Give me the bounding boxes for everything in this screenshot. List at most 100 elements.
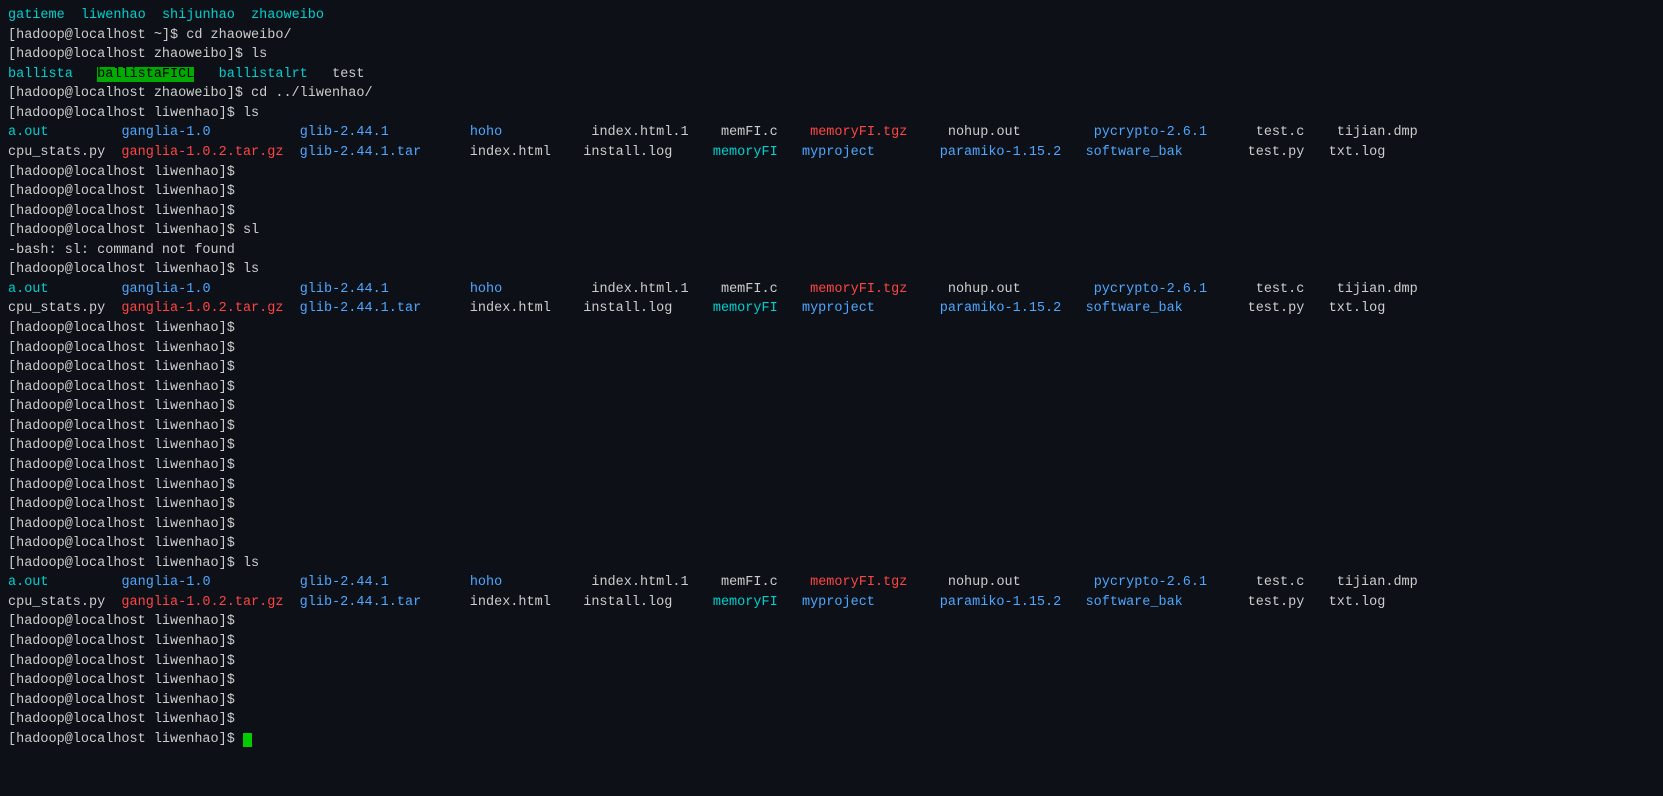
- ls-liwenhao-row1: a.out ganglia-1.0 glib-2.44.1 hoho index…: [8, 123, 1655, 143]
- prompt-blank-7: [hadoop@localhost liwenhao]$: [8, 378, 1655, 398]
- file-glib-tar1: glib-2.44.1.tar: [300, 145, 422, 160]
- ls-liwenhao-row2c: cpu_stats.py ganglia-1.0.2.tar.gz glib-2…: [8, 593, 1655, 613]
- prompt-blank-5: [hadoop@localhost liwenhao]$: [8, 339, 1655, 359]
- file-glib-tar3: glib-2.44.1.tar: [300, 595, 422, 610]
- file-ganglia-tar3: ganglia-1.0.2.tar.gz: [121, 595, 283, 610]
- ls-liwenhao-row2b: cpu_stats.py ganglia-1.0.2.tar.gz glib-2…: [8, 299, 1655, 319]
- file-memoryfi-tgz1: memoryFI.tgz: [810, 125, 907, 140]
- file-memfi3: memFI.c: [721, 575, 778, 590]
- file-myproject3: myproject: [802, 595, 875, 610]
- dir-list-line: gatieme liwenhao shijunhao zhaoweibo: [8, 6, 1655, 26]
- sl-error: -bash: sl: command not found: [8, 241, 1655, 261]
- file-testc1: test.c: [1256, 125, 1305, 140]
- prompt-blank-9: [hadoop@localhost liwenhao]$: [8, 417, 1655, 437]
- file-testpy1: test.py: [1248, 145, 1305, 160]
- file-testc2: test.c: [1256, 282, 1305, 297]
- cmd-sl: [hadoop@localhost liwenhao]$ sl: [8, 221, 1655, 241]
- file-paramiko2: paramiko-1.15.2: [940, 301, 1062, 316]
- file-memfi2: memFI.c: [721, 282, 778, 297]
- prompt-blank-13: [hadoop@localhost liwenhao]$: [8, 495, 1655, 515]
- file-paramiko3: paramiko-1.15.2: [940, 595, 1062, 610]
- file-ganglia2: ganglia-1.0: [121, 282, 210, 297]
- file-memfi1: memFI.c: [721, 125, 778, 140]
- file-cpustats1: cpu_stats.py: [8, 145, 105, 160]
- file-tijian1: tijian.dmp: [1337, 125, 1418, 140]
- file-txtlog3: txt.log: [1329, 595, 1386, 610]
- file-tijian3: tijian.dmp: [1337, 575, 1418, 590]
- file-glib-tar2: glib-2.44.1.tar: [300, 301, 422, 316]
- ls-liwenhao-row1b: a.out ganglia-1.0 glib-2.44.1 hoho index…: [8, 280, 1655, 300]
- prompt-blank-16: [hadoop@localhost liwenhao]$: [8, 612, 1655, 632]
- prompt-blank-20: [hadoop@localhost liwenhao]$: [8, 691, 1655, 711]
- file-installlog2: install.log: [583, 301, 672, 316]
- ls-liwenhao-row1c: a.out ganglia-1.0 glib-2.44.1 hoho index…: [8, 573, 1655, 593]
- file-indexhtml1-3: index.html.1: [591, 575, 688, 590]
- file-ballista: ballista: [8, 67, 73, 82]
- file-hoho3: hoho: [470, 575, 502, 590]
- cmd-ls-zhaoweibo: [hadoop@localhost zhaoweibo]$ ls: [8, 45, 1655, 65]
- file-test: test: [332, 67, 364, 82]
- file-pycrypto2: pycrypto-2.6.1: [1094, 282, 1207, 297]
- file-txtlog2: txt.log: [1329, 301, 1386, 316]
- prompt-blank-14: [hadoop@localhost liwenhao]$: [8, 515, 1655, 535]
- prompt-blank-17: [hadoop@localhost liwenhao]$: [8, 632, 1655, 652]
- dir-zhaoweibo: zhaoweibo: [251, 8, 324, 23]
- file-tijian2: tijian.dmp: [1337, 282, 1418, 297]
- file-ganglia1: ganglia-1.0: [121, 125, 210, 140]
- file-pycrypto3: pycrypto-2.6.1: [1094, 575, 1207, 590]
- file-softwarebak2: software_bak: [1086, 301, 1183, 316]
- prompt-blank-1: [hadoop@localhost liwenhao]$: [8, 163, 1655, 183]
- file-nohup2: nohup.out: [948, 282, 1021, 297]
- file-installlog1: install.log: [583, 145, 672, 160]
- file-myproject2: myproject: [802, 301, 875, 316]
- ls-liwenhao-row2: cpu_stats.py ganglia-1.0.2.tar.gz glib-2…: [8, 143, 1655, 163]
- prompt-blank-10: [hadoop@localhost liwenhao]$: [8, 436, 1655, 456]
- file-aout1: a.out: [8, 125, 49, 140]
- cursor: [243, 733, 252, 747]
- prompt-blank-3: [hadoop@localhost liwenhao]$: [8, 202, 1655, 222]
- file-txtlog1: txt.log: [1329, 145, 1386, 160]
- file-testpy2: test.py: [1248, 301, 1305, 316]
- file-hoho2: hoho: [470, 282, 502, 297]
- cmd-cd-zhaoweibo: [hadoop@localhost ~]$ cd zhaoweibo/: [8, 26, 1655, 46]
- file-testpy3: test.py: [1248, 595, 1305, 610]
- file-glib2: glib-2.44.1: [300, 282, 389, 297]
- prompt-blank-2: [hadoop@localhost liwenhao]$: [8, 182, 1655, 202]
- file-memoryfi-tgz3: memoryFI.tgz: [810, 575, 907, 590]
- file-glib1: glib-2.44.1: [300, 125, 389, 140]
- file-indexhtml1-1: index.html.1: [591, 125, 688, 140]
- cmd-ls-liwenhao3: [hadoop@localhost liwenhao]$ ls: [8, 554, 1655, 574]
- cmd-cd-liwenhao: [hadoop@localhost zhaoweibo]$ cd ../liwe…: [8, 84, 1655, 104]
- file-aout2: a.out: [8, 282, 49, 297]
- file-memoryfi2: memoryFI: [713, 301, 778, 316]
- file-cpustats3: cpu_stats.py: [8, 595, 105, 610]
- file-ganglia-tar2: ganglia-1.0.2.tar.gz: [121, 301, 283, 316]
- file-cpustats2: cpu_stats.py: [8, 301, 105, 316]
- file-testc3: test.c: [1256, 575, 1305, 590]
- file-memoryfi-tgz2: memoryFI.tgz: [810, 282, 907, 297]
- file-nohup1: nohup.out: [948, 125, 1021, 140]
- prompt-blank-11: [hadoop@localhost liwenhao]$: [8, 456, 1655, 476]
- file-ballistaFICL: ballistaFICL: [97, 67, 194, 82]
- file-installlog3: install.log: [583, 595, 672, 610]
- prompt-blank-4: [hadoop@localhost liwenhao]$: [8, 319, 1655, 339]
- prompt-blank-18: [hadoop@localhost liwenhao]$: [8, 652, 1655, 672]
- file-myproject1: myproject: [802, 145, 875, 160]
- active-prompt-line[interactable]: [hadoop@localhost liwenhao]$: [8, 730, 1655, 750]
- file-indexhtml3: index.html: [470, 595, 551, 610]
- dir-gatieme: gatieme: [8, 8, 65, 23]
- cmd-ls-liwenhao1: [hadoop@localhost liwenhao]$ ls: [8, 104, 1655, 124]
- prompt-blank-6: [hadoop@localhost liwenhao]$: [8, 358, 1655, 378]
- file-glib3: glib-2.44.1: [300, 575, 389, 590]
- ls-zhaoweibo-row1: ballista ballistaFICL ballistalrt test: [8, 65, 1655, 85]
- file-nohup3: nohup.out: [948, 575, 1021, 590]
- prompt-blank-15: [hadoop@localhost liwenhao]$: [8, 534, 1655, 554]
- file-indexhtml1: index.html: [470, 145, 551, 160]
- file-softwarebak1: software_bak: [1086, 145, 1183, 160]
- file-aout3: a.out: [8, 575, 49, 590]
- prompt-blank-12: [hadoop@localhost liwenhao]$: [8, 476, 1655, 496]
- prompt-blank-8: [hadoop@localhost liwenhao]$: [8, 397, 1655, 417]
- file-ballistalrt: ballistalrt: [219, 67, 308, 82]
- dir-shijunhao: shijunhao: [162, 8, 235, 23]
- dir-liwenhao: liwenhao: [81, 8, 146, 23]
